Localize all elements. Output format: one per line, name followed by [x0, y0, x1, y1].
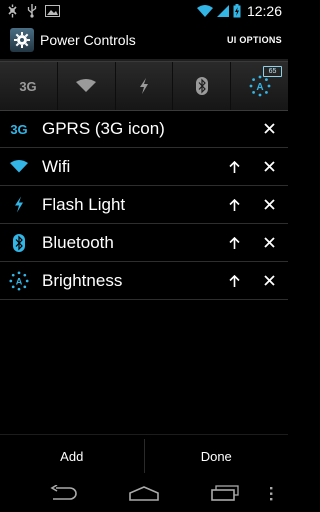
add-button[interactable]: Add — [0, 435, 144, 477]
signal-icon — [216, 4, 229, 17]
controls-list: 3G GPRS (3G icon) Wifi Flash Light Bluet… — [0, 110, 288, 300]
power-widget-preview: 3G A 65 — [0, 61, 288, 111]
wifi-icon — [8, 160, 30, 173]
image-icon — [45, 4, 60, 17]
widget-cell-wifi[interactable] — [58, 62, 116, 110]
action-bar: Power Controls UI OPTIONS — [0, 21, 288, 61]
page-title: Power Controls — [40, 32, 136, 48]
list-item[interactable]: 3G GPRS (3G icon) — [0, 110, 288, 148]
clock: 12:26 — [246, 2, 282, 19]
list-item-label: Bluetooth — [42, 232, 114, 252]
remove-icon[interactable] — [258, 123, 280, 134]
wifi-icon — [76, 79, 97, 92]
back-icon[interactable] — [50, 485, 78, 501]
move-up-icon[interactable] — [222, 236, 246, 249]
svg-text:A: A — [256, 82, 263, 93]
brightness-auto-icon: A — [249, 75, 270, 97]
widget-cell-flash[interactable] — [116, 62, 174, 110]
3g-icon: 3G — [20, 79, 37, 93]
remove-icon[interactable] — [258, 237, 280, 248]
move-up-icon[interactable] — [222, 274, 246, 287]
done-button[interactable]: Done — [145, 435, 289, 477]
list-item[interactable]: Bluetooth — [0, 224, 288, 262]
list-item-label: Brightness — [42, 270, 123, 290]
navigation-bar — [0, 476, 288, 512]
flash-light-icon — [139, 78, 148, 94]
bluetooth-icon — [195, 77, 208, 95]
svg-text:3G: 3G — [20, 79, 37, 93]
3g-icon: 3G — [8, 122, 30, 136]
widget-cell-bluetooth[interactable] — [173, 62, 232, 110]
widget-cell-3g[interactable]: 3G — [0, 62, 58, 110]
bluetooth-icon — [8, 233, 30, 252]
ui-options-button[interactable]: UI OPTIONS — [227, 35, 282, 45]
status-bar: 12:26 — [0, 0, 288, 21]
flash-light-icon — [8, 196, 30, 213]
brightness-icon: A — [8, 270, 30, 291]
menu-icon[interactable] — [269, 487, 273, 501]
wifi-status-icon — [196, 4, 213, 17]
widget-cell-brightness[interactable]: A 65 — [231, 62, 288, 110]
remove-icon[interactable] — [258, 199, 280, 210]
svg-text:A: A — [16, 276, 23, 286]
list-item-label: Wifi — [42, 156, 71, 176]
svg-text:3G: 3G — [10, 122, 27, 136]
battery-level-badge: 65 — [262, 66, 282, 77]
list-item[interactable]: A Brightness — [0, 262, 288, 300]
recent-apps-icon[interactable] — [210, 485, 240, 501]
remove-icon[interactable] — [258, 275, 280, 286]
app-gear-icon[interactable] — [10, 28, 34, 52]
battery-charging-icon — [233, 3, 241, 18]
home-icon[interactable] — [128, 485, 160, 501]
remove-icon[interactable] — [258, 161, 280, 172]
list-item-label: GPRS (3G icon) — [42, 118, 165, 138]
usb-icon — [27, 3, 37, 18]
usb-debug-icon — [6, 4, 19, 18]
move-up-icon[interactable] — [222, 160, 246, 173]
list-item-label: Flash Light — [42, 194, 126, 214]
move-up-icon[interactable] — [222, 198, 246, 211]
list-item[interactable]: Wifi — [0, 148, 288, 186]
list-item[interactable]: Flash Light — [0, 186, 288, 224]
bottom-button-bar: Add Done — [0, 434, 288, 477]
